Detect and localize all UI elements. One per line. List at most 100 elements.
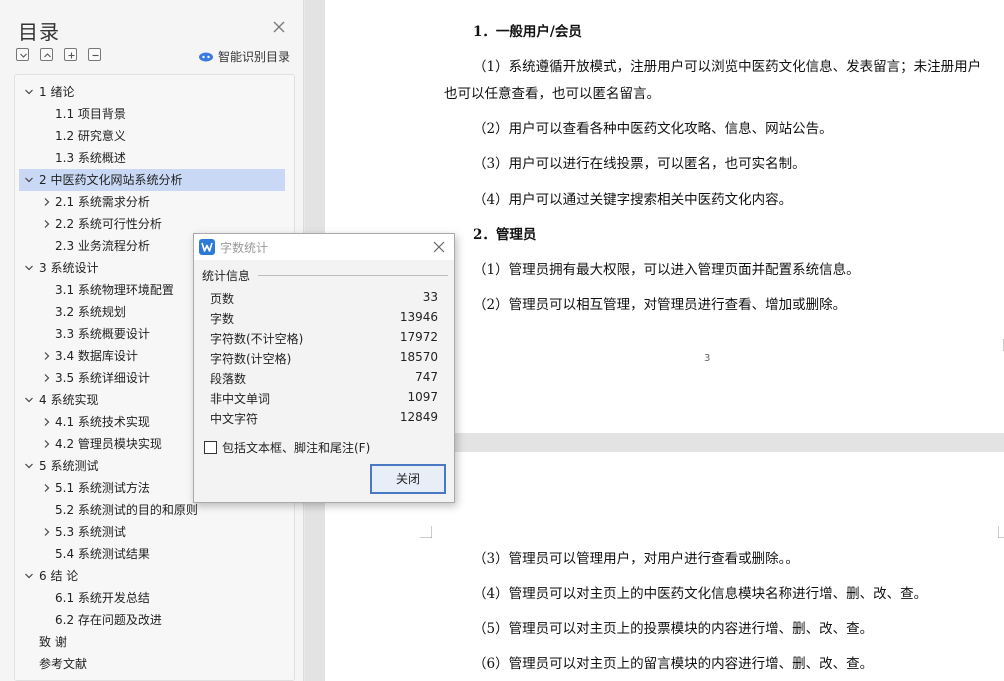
stat-row: 非中文单词 1097	[210, 390, 438, 408]
toc-item-label: 2.3 业务流程分析	[55, 239, 150, 253]
wps-writer-icon	[199, 239, 215, 255]
dialog-title: 字数统计	[220, 241, 269, 255]
stat-label: 段落数	[210, 372, 247, 386]
toc-item-label: 6.2 存在问题及改进	[55, 613, 162, 627]
toc-item[interactable]: 2 中医药文化网站系统分析	[19, 169, 285, 191]
stat-value: 17972	[399, 330, 438, 344]
chevron-right-icon[interactable]	[41, 372, 53, 384]
toc-item-label: 5.1 系统测试方法	[55, 481, 150, 495]
paragraph-line: （3）管理员可以管理用户，对用户进行查看或删除。。	[473, 551, 799, 567]
toc-item[interactable]: 致 谢	[19, 631, 285, 653]
chevron-right-icon[interactable]	[41, 482, 53, 494]
toc-item[interactable]: 6 结 论	[19, 565, 285, 587]
toc-item[interactable]: 1 绪论	[19, 81, 285, 103]
toc-item-label: 1.2 研究意义	[55, 129, 126, 143]
stat-label: 中文字符	[210, 412, 259, 426]
stat-value: 1097	[407, 390, 438, 404]
stat-label: 字符数(计空格)	[210, 352, 292, 366]
word-count-dialog: 字数统计 统计信息 包括文本框、脚注和尾注(F) 关闭 页数 33 字数 13946 字…	[193, 233, 455, 503]
toc-item-label: 5.4 系统测试结果	[55, 547, 150, 561]
paragraph-line: （2）用户可以查看各种中医药文化攻略、信息、网站公告。	[473, 121, 833, 137]
toc-item[interactable]: 2.2 系统可行性分析	[19, 213, 285, 235]
toc-item-label: 参考文献	[39, 657, 88, 671]
chevron-down-icon[interactable]	[23, 570, 35, 582]
toc-item-label: 5.3 系统测试	[55, 525, 126, 539]
chevron-right-icon[interactable]	[41, 438, 53, 450]
chevron-right-icon[interactable]	[41, 526, 53, 538]
chevron-right-icon[interactable]	[41, 218, 53, 230]
stat-value: 18570	[399, 350, 438, 364]
paragraph-line: （2）管理员可以相互管理，对管理员进行查看、增加或删除。	[473, 297, 847, 313]
toc-item-label: 6.1 系统开发总结	[55, 591, 150, 605]
page-corner-mark	[420, 526, 432, 538]
stat-value: 13946	[399, 310, 438, 324]
chevron-right-icon[interactable]	[41, 196, 53, 208]
close-icon[interactable]	[270, 18, 288, 36]
toc-item[interactable]: 1.1 项目背景	[19, 103, 285, 125]
collapse-all-icon[interactable]	[16, 48, 29, 61]
expand-level-icon[interactable]	[40, 48, 53, 61]
toc-item-label: 4 系统实现	[39, 393, 99, 407]
ai-cloud-icon	[199, 52, 213, 62]
toc-item[interactable]: 6.1 系统开发总结	[19, 587, 285, 609]
toc-item[interactable]: 6.2 存在问题及改进	[19, 609, 285, 631]
toc-item-label: 3.4 数据库设计	[55, 349, 138, 363]
stat-label: 字符数(不计空格)	[210, 332, 304, 346]
section-heading: 2．管理员	[473, 227, 537, 243]
chevron-down-icon[interactable]	[23, 460, 35, 472]
toc-item[interactable]: 5.3 系统测试	[19, 521, 285, 543]
dialog-titlebar[interactable]: 字数统计	[194, 234, 454, 260]
stat-label: 非中文单词	[210, 392, 271, 406]
stat-value: 33	[422, 290, 438, 304]
toc-item[interactable]: 5.4 系统测试结果	[19, 543, 285, 565]
paragraph-line: （1）管理员拥有最大权限，可以进入管理页面并配置系统信息。	[473, 262, 860, 278]
paragraph-line: 也可以任意查看，也可以匿名留言。	[444, 86, 660, 102]
paragraph-line: （3）用户可以进行在线投票，可以匿名，也可实名制。	[473, 156, 806, 172]
toc-item-label: 4.1 系统技术实现	[55, 415, 150, 429]
toc-item[interactable]: 参考文献	[19, 653, 285, 675]
toc-item-label: 3 系统设计	[39, 261, 99, 275]
toc-item-label: 1.3 系统概述	[55, 151, 126, 165]
toc-item-label: 2 中医药文化网站系统分析	[39, 173, 183, 187]
stat-value: 747	[415, 370, 438, 384]
plus-icon[interactable]	[64, 48, 77, 61]
paragraph-line: （4）管理员可以对主页上的中医药文化信息模块名称进行增、删、改、查。	[473, 586, 928, 602]
toc-item-label: 3.3 系统概要设计	[55, 327, 150, 341]
toc-toolbar	[16, 48, 101, 64]
toc-item-label: 2.1 系统需求分析	[55, 195, 150, 209]
toc-item[interactable]: 2.1 系统需求分析	[19, 191, 285, 213]
stats-section-label: 统计信息	[202, 269, 251, 283]
stat-row: 页数 33	[210, 290, 438, 308]
chevron-right-icon[interactable]	[41, 350, 53, 362]
smart-toc-label: 智能识别目录	[218, 49, 291, 64]
toc-item-label: 3.5 系统详细设计	[55, 371, 150, 385]
toc-item-label: 4.2 管理员模块实现	[55, 437, 162, 451]
toc-title: 目录	[18, 20, 60, 44]
section-divider	[258, 275, 448, 276]
close-button[interactable]: 关闭	[370, 464, 446, 494]
section-heading: 1．一般用户/会员	[473, 24, 582, 40]
chevron-down-icon[interactable]	[23, 174, 35, 186]
chevron-right-icon[interactable]	[41, 416, 53, 428]
stat-row: 字符数(计空格) 18570	[210, 350, 438, 368]
chevron-down-icon[interactable]	[23, 262, 35, 274]
toc-item[interactable]: 1.3 系统概述	[19, 147, 285, 169]
paragraph-line: （5）管理员可以对主页上的投票模块的内容进行增、删、改、查。	[473, 621, 874, 637]
toc-item-label: 1 绪论	[39, 85, 75, 99]
page-corner-mark	[998, 526, 1004, 538]
chevron-down-icon[interactable]	[23, 86, 35, 98]
minus-icon[interactable]	[88, 48, 101, 61]
toc-item-label: 2.2 系统可行性分析	[55, 217, 162, 231]
include-textbox-footnotes-checkbox[interactable]	[204, 441, 217, 454]
stat-label: 字数	[210, 312, 235, 326]
toc-item-label: 3.2 系统规划	[55, 305, 126, 319]
stat-row: 字符数(不计空格) 17972	[210, 330, 438, 348]
chevron-down-icon[interactable]	[23, 394, 35, 406]
checkbox-label[interactable]: 包括文本框、脚注和尾注(F)	[222, 439, 370, 456]
paragraph-line: （1）系统遵循开放模式，注册用户可以浏览中医药文化信息、发表留言；未注册用户	[473, 59, 982, 75]
stat-label: 页数	[210, 292, 235, 306]
smart-toc-button[interactable]: 智能识别目录	[198, 47, 290, 65]
toc-item[interactable]: 1.2 研究意义	[19, 125, 285, 147]
close-icon[interactable]	[432, 240, 446, 254]
page-number: 3	[704, 353, 711, 364]
